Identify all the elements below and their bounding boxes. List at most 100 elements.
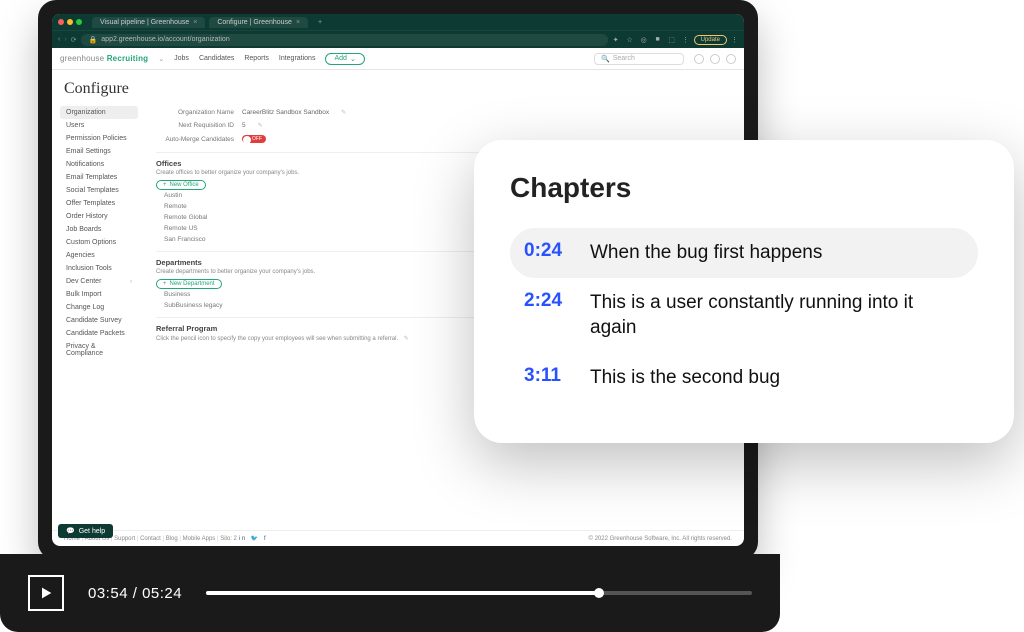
- play-icon: [38, 585, 54, 601]
- footer-link[interactable]: Support: [114, 536, 140, 542]
- logo-accent: Recruiting: [107, 54, 149, 63]
- chapter-title: This is the second bug: [590, 365, 780, 391]
- seek-knob[interactable]: [594, 588, 604, 598]
- window-controls: [58, 19, 82, 25]
- sidebar-item[interactable]: Inclusion Tools: [60, 262, 138, 275]
- gear-icon[interactable]: [694, 54, 704, 64]
- new-department-button[interactable]: New Department: [156, 279, 222, 289]
- footer-link[interactable]: Contact: [140, 536, 166, 542]
- app-header: greenhouse Recruiting ⌄ Jobs Candidates …: [52, 48, 744, 70]
- sidebar-item[interactable]: Dev Center›: [60, 275, 138, 288]
- nav-forward-icon[interactable]: ›: [64, 36, 66, 43]
- browser-tab[interactable]: Visual pipeline | Greenhouse ×: [92, 17, 205, 28]
- sidebar-item[interactable]: Social Templates: [60, 184, 138, 197]
- add-button[interactable]: Add ⌄: [325, 53, 364, 65]
- req-id-row: Next Requisition ID 5 ✎: [156, 119, 732, 132]
- help-label: Get help: [79, 528, 105, 535]
- sidebar-item[interactable]: Order History: [60, 210, 138, 223]
- page-title: Configure: [52, 70, 744, 106]
- search-icon: 🔍: [601, 55, 610, 63]
- nav-back-icon[interactable]: ‹: [58, 36, 60, 43]
- chapter-title: When the bug first happens: [590, 240, 822, 266]
- copyright: © 2022 Greenhouse Software, Inc. All rig…: [589, 536, 733, 542]
- chapter-item[interactable]: 3:11 This is the second bug: [510, 353, 978, 403]
- org-name-row: Organization Name CareerBlitz Sandbox Sa…: [156, 106, 732, 119]
- update-button[interactable]: Update: [694, 35, 727, 45]
- video-player-bar: 03:54 / 05:24: [0, 554, 780, 632]
- footer-link[interactable]: Silo: 2: [220, 536, 237, 542]
- logo[interactable]: greenhouse Recruiting: [60, 54, 148, 63]
- chapters-heading: Chapters: [510, 172, 978, 204]
- req-id-label: Next Requisition ID: [156, 122, 234, 129]
- sidebar-item[interactable]: Change Log: [60, 301, 138, 314]
- chevron-down-icon: ⌄: [350, 55, 356, 63]
- search-placeholder: Search: [613, 55, 635, 62]
- sidebar-item[interactable]: Email Templates: [60, 171, 138, 184]
- close-tab-icon[interactable]: ×: [193, 19, 197, 26]
- user-icon[interactable]: [710, 54, 720, 64]
- sidebar-item[interactable]: Candidate Survey: [60, 314, 138, 327]
- req-id-value: 5: [242, 122, 246, 129]
- tab-title: Configure | Greenhouse: [217, 19, 292, 26]
- search-input[interactable]: 🔍 Search: [594, 53, 684, 65]
- add-label: Add: [334, 55, 346, 62]
- footer-link[interactable]: Mobile Apps: [183, 536, 221, 542]
- time-display: 03:54 / 05:24: [88, 585, 182, 602]
- seek-track[interactable]: [206, 591, 752, 595]
- ext-icon[interactable]: ⬚: [668, 36, 676, 44]
- sidebar-item[interactable]: Candidate Packets: [60, 327, 138, 340]
- nav-candidates[interactable]: Candidates: [199, 55, 234, 62]
- chapter-item[interactable]: 2:24This is a user constantly running in…: [510, 278, 978, 353]
- chapters-card: Chapters 0:24When the bug first happens2…: [474, 140, 1014, 443]
- chevron-down-icon[interactable]: ⌄: [158, 55, 164, 63]
- org-name-value: CareerBlitz Sandbox Sandbox: [242, 109, 329, 116]
- logo-text: greenhouse: [60, 54, 104, 63]
- browser-chrome: Visual pipeline | Greenhouse × Configure…: [52, 14, 744, 48]
- chevron-right-icon: ›: [130, 279, 132, 285]
- extension-icons: ✦ ☆ ◎ ■ ⬚ ⋮: [612, 36, 690, 44]
- play-button[interactable]: [28, 575, 64, 611]
- nav-reports[interactable]: Reports: [244, 55, 269, 62]
- sidebar-item[interactable]: Email Settings: [60, 145, 138, 158]
- get-help-button[interactable]: 💬 Get help: [58, 524, 113, 538]
- nav-jobs[interactable]: Jobs: [174, 55, 189, 62]
- sidebar-item[interactable]: Job Boards: [60, 223, 138, 236]
- address-bar: ‹ › ⟳ 🔒 app2.greenhouse.io/account/organ…: [52, 30, 744, 48]
- sidebar-item[interactable]: Agencies: [60, 249, 138, 262]
- sidebar-item[interactable]: Offer Templates: [60, 197, 138, 210]
- edit-icon[interactable]: ✎: [258, 122, 263, 129]
- chapter-item[interactable]: 0:24When the bug first happens: [510, 228, 978, 278]
- sidebar-item[interactable]: Bulk Import: [60, 288, 138, 301]
- sidebar-item[interactable]: Custom Options: [60, 236, 138, 249]
- sidebar-item[interactable]: Users: [60, 119, 138, 132]
- sidebar-item[interactable]: Notifications: [60, 158, 138, 171]
- close-window-icon[interactable]: [58, 19, 64, 25]
- auto-merge-toggle[interactable]: OFF: [242, 135, 266, 143]
- minimize-window-icon[interactable]: [67, 19, 73, 25]
- footer: HomeAbout UsSupportContactBlogMobile App…: [52, 530, 744, 546]
- ext-icon[interactable]: ◎: [640, 36, 648, 44]
- ext-icon[interactable]: ⋮: [682, 36, 690, 44]
- browser-menu-icon[interactable]: ⋮: [731, 36, 738, 44]
- maximize-window-icon[interactable]: [76, 19, 82, 25]
- nav-integrations[interactable]: Integrations: [279, 55, 316, 62]
- url-input[interactable]: 🔒 app2.greenhouse.io/account/organizatio…: [81, 34, 608, 46]
- sidebar-item[interactable]: Permission Policies: [60, 132, 138, 145]
- help-icon[interactable]: [726, 54, 736, 64]
- footer-link[interactable]: Blog: [166, 536, 183, 542]
- ext-icon[interactable]: ■: [654, 36, 662, 44]
- browser-tab-active[interactable]: Configure | Greenhouse ×: [209, 17, 308, 28]
- edit-icon[interactable]: ✎: [404, 336, 409, 342]
- reload-icon[interactable]: ⟳: [71, 36, 77, 44]
- chapter-time: 3:11: [524, 365, 572, 387]
- edit-icon[interactable]: ✎: [341, 109, 346, 116]
- new-office-button[interactable]: New Office: [156, 180, 206, 190]
- sidebar-item[interactable]: Organization: [60, 106, 138, 119]
- sidebar-item[interactable]: Privacy & Compliance: [60, 340, 138, 360]
- ext-icon[interactable]: ☆: [626, 36, 634, 44]
- new-tab-button[interactable]: +: [312, 19, 328, 26]
- tab-bar: Visual pipeline | Greenhouse × Configure…: [52, 14, 744, 30]
- social-icons[interactable]: in 🐦 f: [239, 536, 268, 542]
- close-tab-icon[interactable]: ×: [296, 19, 300, 26]
- ext-icon[interactable]: ✦: [612, 36, 620, 44]
